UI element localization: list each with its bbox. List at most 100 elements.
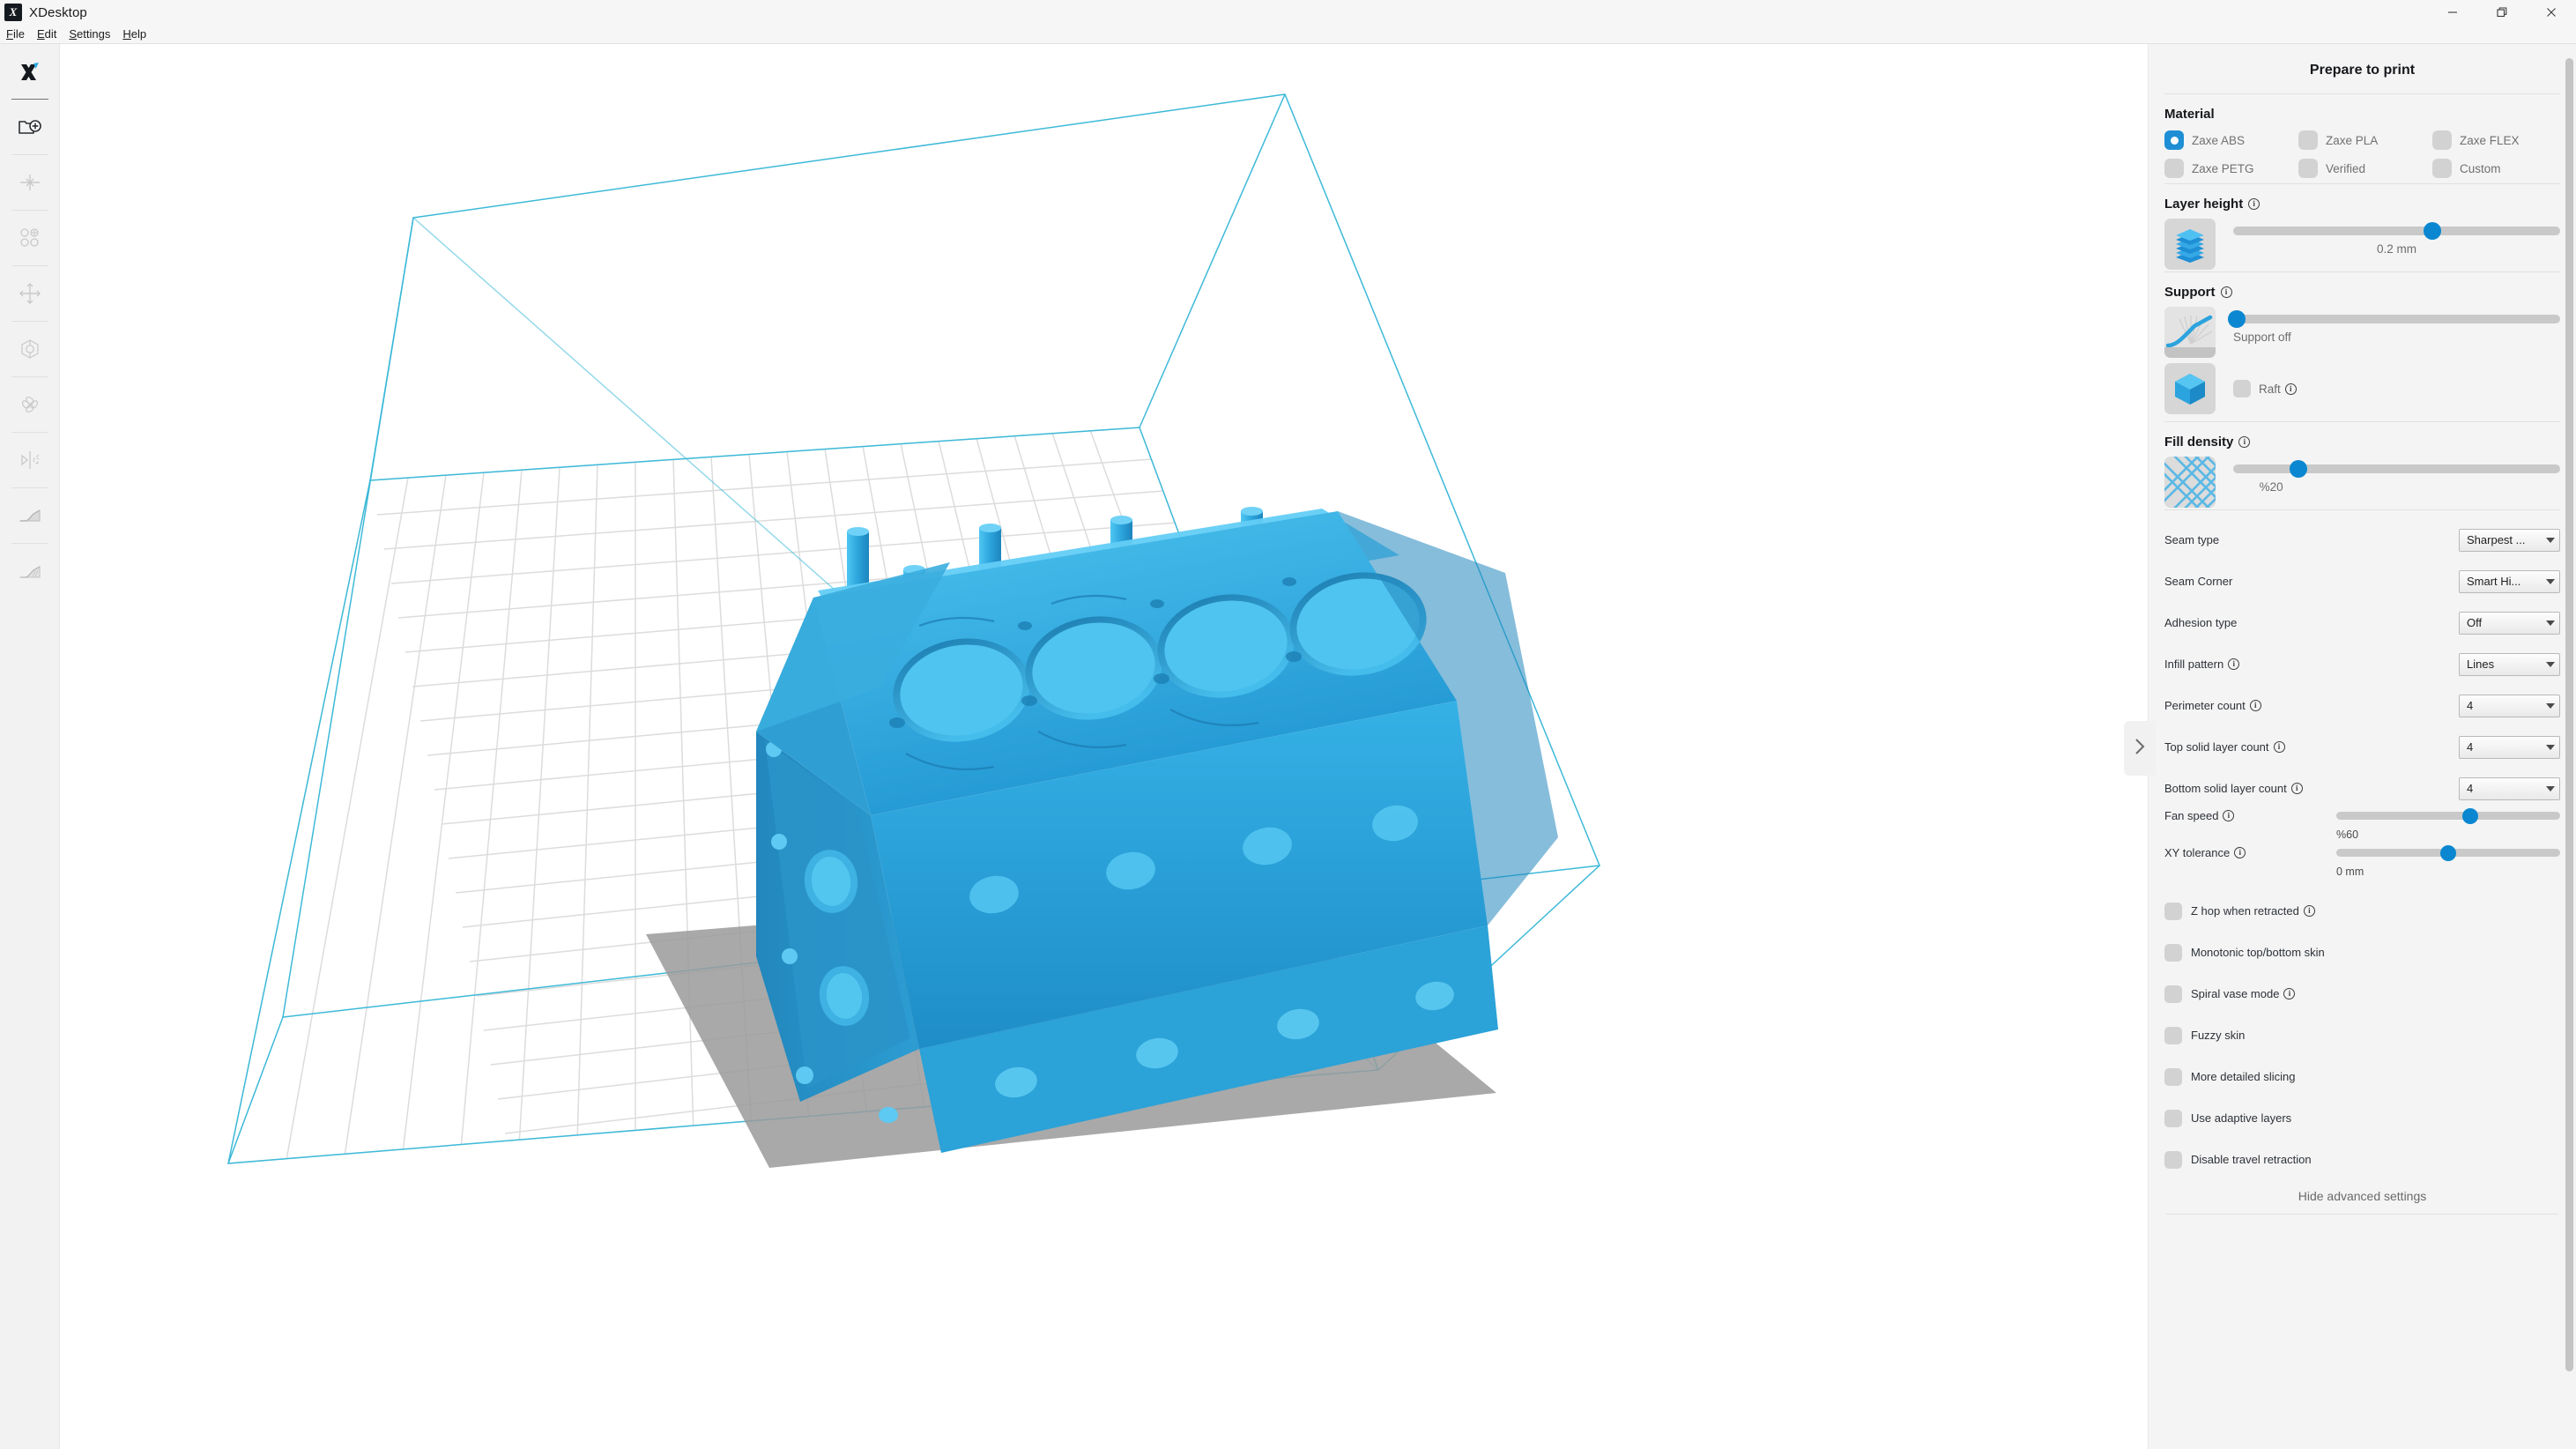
arrange-all-button[interactable] — [0, 211, 60, 265]
slider-thumb[interactable] — [2462, 807, 2479, 824]
slider-thumb[interactable] — [2440, 844, 2456, 861]
raft-control[interactable]: Raft i — [2216, 380, 2576, 398]
checkbox-row-disable-travel-retraction[interactable]: Disable travel retraction — [2164, 1139, 2560, 1180]
checkbox-row-more-detailed-slicing[interactable]: More detailed slicing — [2164, 1056, 2560, 1097]
menu-help[interactable]: Help — [116, 25, 152, 43]
move-button[interactable] — [0, 266, 60, 321]
disable-travel-retraction-checkbox[interactable] — [2164, 1150, 2182, 1169]
material-option-zaxe-abs[interactable]: Zaxe ABS — [2164, 130, 2298, 150]
radio-icon[interactable] — [2298, 130, 2318, 150]
left-toolbar — [0, 44, 60, 1449]
support-blocker-button[interactable] — [0, 488, 60, 543]
layer-height-slider[interactable] — [2233, 222, 2560, 240]
center-model-button[interactable] — [0, 155, 60, 210]
material-option-zaxe-pla[interactable]: Zaxe PLA — [2298, 130, 2432, 150]
perimeter-count-select[interactable]: 4 — [2459, 694, 2560, 717]
xy-tolerance-slider[interactable] — [2336, 844, 2560, 861]
support-slider[interactable] — [2227, 310, 2560, 328]
spiral-vase-checkbox[interactable] — [2164, 985, 2182, 1003]
chevron-down-icon — [2546, 702, 2555, 709]
mirror-button[interactable] — [0, 433, 60, 487]
info-icon[interactable]: i — [2249, 700, 2261, 711]
setting-label: Fan speed i — [2164, 809, 2336, 822]
checkbox-row-fuzzy-skin[interactable]: Fuzzy skin — [2164, 1014, 2560, 1056]
chevron-down-icon — [2546, 578, 2555, 584]
menu-file[interactable]: File — [0, 25, 31, 43]
hide-advanced-settings-link[interactable]: Hide advanced settings — [2149, 1180, 2576, 1214]
checkbox-row-use-adaptive-layers[interactable]: Use adaptive layers — [2164, 1097, 2560, 1139]
radio-icon[interactable] — [2432, 159, 2452, 178]
bottom-solid-layer-count-select[interactable]: 4 — [2459, 777, 2560, 800]
info-icon[interactable]: i — [2228, 658, 2240, 670]
material-option-zaxe-flex[interactable]: Zaxe FLEX — [2432, 130, 2566, 150]
slider-thumb[interactable] — [2227, 310, 2246, 328]
support-painter-button[interactable] — [0, 544, 60, 598]
info-icon[interactable]: i — [2290, 783, 2303, 794]
checkbox-row-monotonic-skin[interactable]: Monotonic top/bottom skin — [2164, 932, 2560, 973]
material-option-custom[interactable]: Custom — [2432, 159, 2566, 178]
cube-icon — [2164, 363, 2216, 414]
top-solid-layer-count-select[interactable]: 4 — [2459, 735, 2560, 759]
menu-settings[interactable]: Settings — [63, 25, 116, 43]
3d-viewport[interactable] — [60, 44, 2148, 1449]
menu-bar: File Edit Settings Help — [0, 25, 2576, 44]
raft-checkbox[interactable] — [2233, 380, 2251, 398]
scale-button[interactable] — [0, 322, 60, 376]
info-icon[interactable]: i — [2283, 988, 2296, 999]
checkbox-row-spiral-vase-mode[interactable]: Spiral vase mode i — [2164, 973, 2560, 1014]
radio-icon[interactable] — [2164, 130, 2184, 150]
checkbox-label: Fuzzy skin — [2191, 1029, 2246, 1042]
setting-row-perimeter-count: Perimeter count i 4 — [2164, 685, 2560, 726]
radio-icon[interactable] — [2432, 130, 2452, 150]
fuzzy-skin-checkbox[interactable] — [2164, 1026, 2182, 1044]
setting-row-top-solid-layer-count: Top solid layer count i 4 — [2164, 726, 2560, 768]
z-hop-checkbox[interactable] — [2164, 902, 2182, 920]
checkbox-row-z-hop-when-retracted[interactable]: Z hop when retracted i — [2164, 890, 2560, 932]
support-heading: Support i — [2149, 272, 2576, 305]
material-option-zaxe-petg[interactable]: Zaxe PETG — [2164, 159, 2298, 178]
layer-height-heading: Layer height i — [2149, 184, 2576, 217]
info-icon[interactable]: i — [2284, 383, 2297, 395]
info-icon[interactable]: i — [2234, 847, 2246, 858]
material-options: Zaxe ABS Zaxe PLA Zaxe FLEX Zaxe PETG Ve… — [2149, 127, 2576, 183]
more-detailed-slicing-checkbox[interactable] — [2164, 1067, 2182, 1086]
fan-speed-value: %60 — [2336, 829, 2359, 841]
panel-collapse-handle[interactable] — [2124, 721, 2156, 776]
setting-label: Top solid layer count i — [2164, 740, 2459, 754]
scrollbar-thumb[interactable] — [2565, 58, 2573, 1371]
seam-type-select[interactable]: Sharpest ... — [2459, 528, 2560, 552]
slider-thumb[interactable] — [2424, 222, 2442, 240]
adhesion-type-select[interactable]: Off — [2459, 611, 2560, 635]
chevron-right-icon — [2132, 735, 2148, 762]
seam-corner-select[interactable]: Smart Hi... — [2459, 569, 2560, 593]
info-icon[interactable]: i — [2273, 741, 2285, 753]
use-adaptive-layers-checkbox[interactable] — [2164, 1109, 2182, 1127]
chevron-down-icon — [2546, 620, 2555, 626]
add-model-button[interactable] — [0, 100, 60, 154]
menu-edit[interactable]: Edit — [31, 25, 63, 43]
material-label: Verified — [2326, 161, 2366, 175]
setting-label: Adhesion type — [2164, 616, 2238, 629]
info-icon[interactable]: i — [2220, 286, 2232, 298]
setting-label: XY tolerance i — [2164, 846, 2336, 859]
radio-icon[interactable] — [2164, 159, 2184, 178]
fill-density-slider[interactable] — [2233, 460, 2560, 478]
monotonic-skin-checkbox[interactable] — [2164, 943, 2182, 962]
infill-pattern-select[interactable]: Lines — [2459, 652, 2560, 676]
minimize-button[interactable] — [2428, 0, 2477, 25]
panel-scrollbar[interactable] — [2565, 58, 2573, 1398]
setting-label: Infill pattern i — [2164, 658, 2459, 671]
setting-label: Seam Corner — [2164, 575, 2233, 588]
info-icon[interactable]: i — [2223, 810, 2235, 821]
radio-icon[interactable] — [2298, 159, 2318, 178]
info-icon[interactable]: i — [2303, 905, 2315, 917]
info-icon[interactable]: i — [2248, 198, 2260, 210]
slider-thumb[interactable] — [2290, 460, 2308, 478]
fan-speed-slider[interactable] — [2336, 807, 2560, 824]
material-option-verified[interactable]: Verified — [2298, 159, 2432, 178]
info-icon[interactable]: i — [2238, 436, 2251, 448]
close-button[interactable] — [2527, 0, 2576, 25]
fill-density-value: %20 — [2259, 480, 2283, 494]
restore-button[interactable] — [2477, 0, 2527, 25]
rotate-button[interactable] — [0, 377, 60, 432]
